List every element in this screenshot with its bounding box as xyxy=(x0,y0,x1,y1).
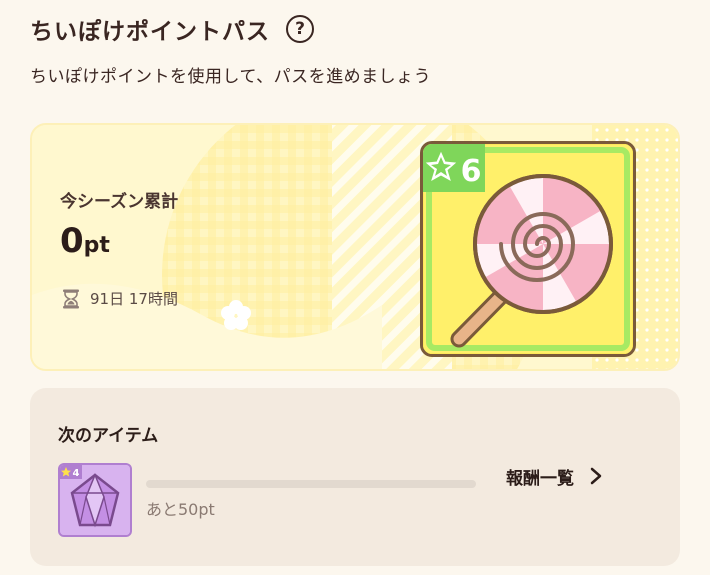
next-item-tile[interactable]: 4 xyxy=(58,463,132,537)
rewards-list-link[interactable]: 報酬一覧 xyxy=(506,463,602,489)
hourglass-icon xyxy=(63,289,79,308)
page-title: ちいぽけポイントパス xyxy=(30,19,270,45)
rewards-list-label: 報酬一覧 xyxy=(506,468,574,489)
crystal-icon: 4 xyxy=(60,465,130,535)
title-row: ちいぽけポイントパス ? xyxy=(30,10,314,48)
next-item-title: 次のアイテム xyxy=(58,426,159,446)
season-total-points: 0pt xyxy=(60,221,110,261)
help-icon[interactable]: ? xyxy=(286,15,314,43)
next-item-card: 次のアイテム 4 あと50pt 報酬一覧 xyxy=(30,388,680,566)
next-item-level-badge: 4 xyxy=(73,468,80,479)
lollipop-icon: 6 xyxy=(423,144,633,354)
season-reward-tile[interactable]: 6 xyxy=(420,141,636,357)
points-value: 0 xyxy=(60,221,84,261)
season-card: 今シーズン累計 0pt 91日 17時間 6 xyxy=(30,123,680,371)
next-item-progress-bar xyxy=(146,480,476,488)
points-unit: pt xyxy=(83,233,110,258)
reward-level-badge: 6 xyxy=(461,154,482,189)
time-remaining: 91日 17時間 xyxy=(90,290,178,308)
page-subtitle: ちいぽけポイントを使用して、パスを進めましょう xyxy=(30,67,432,87)
season-timer: 91日 17時間 xyxy=(62,288,178,309)
chevron-right-icon xyxy=(590,467,602,485)
season-total-label: 今シーズン累計 xyxy=(60,192,179,212)
points-remaining: あと50pt xyxy=(146,500,215,519)
